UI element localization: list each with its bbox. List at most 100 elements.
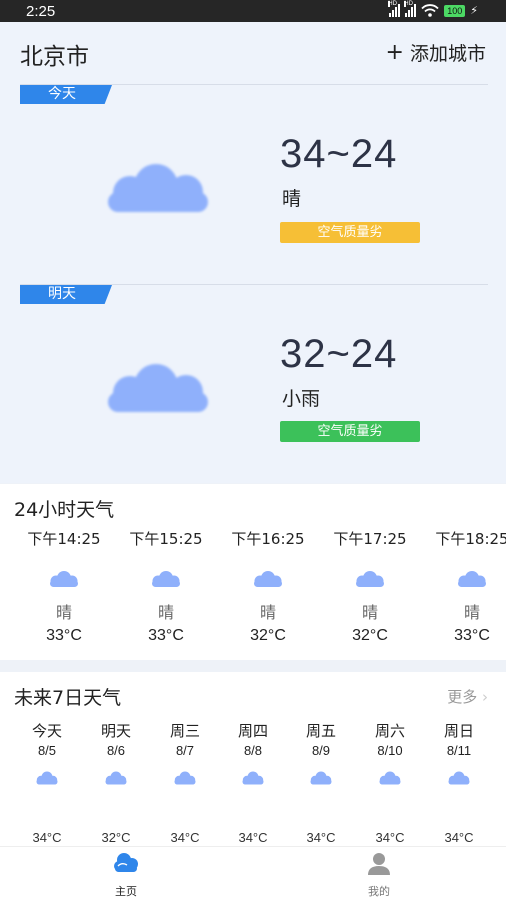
day-name: 今天	[31, 722, 62, 740]
hourly-item: 下午18:25 晴 33°C	[420, 528, 506, 645]
hour-temp: 33°C	[454, 627, 490, 644]
cloud-icon	[36, 771, 58, 785]
cloud-icon	[108, 364, 208, 412]
nav-home[interactable]: 主页	[86, 851, 166, 899]
cloud-icon	[242, 771, 264, 785]
day-item[interactable]: 周六 8/10 34°C	[356, 720, 424, 845]
hour-temp: 32°C	[250, 627, 286, 644]
day-temp: 34°C	[444, 830, 474, 845]
cloud-icon	[114, 853, 138, 872]
day-name: 明天	[100, 722, 131, 740]
nav-home-label: 主页	[115, 885, 137, 898]
city-name: 北京市	[20, 44, 89, 70]
battery-icon: 100	[444, 4, 466, 17]
hour-temp: 33°C	[46, 627, 82, 644]
signal-icon-2: HD	[404, 1, 417, 17]
cloud-icon	[174, 771, 196, 785]
day-temp: 34°C	[375, 830, 405, 845]
cloud-icon	[152, 571, 180, 587]
hour-time: 下午17:25	[333, 530, 407, 548]
today-tag: 今天	[20, 85, 112, 104]
day-item[interactable]: 周四 8/8 34°C	[219, 720, 287, 845]
day-temp: 34°C	[170, 830, 200, 845]
nav-me[interactable]: 我的	[339, 851, 419, 899]
add-city-label: 添加城市	[409, 43, 486, 65]
day-date: 8/7	[175, 743, 195, 758]
cloud-icon	[254, 571, 282, 587]
hourly-item: 下午15:25 晴 33°C	[114, 528, 218, 645]
hour-weather: 晴	[259, 603, 276, 622]
day-name: 周五	[305, 722, 336, 740]
weekly-list: 今天 8/5 34°C 明天 8/6 32°C 周三 8/7 34°C 周四 8…	[0, 720, 506, 846]
day-temp: 34°C	[238, 830, 268, 845]
tomorrow-temp: 32~24	[280, 332, 398, 376]
cloud-icon	[50, 571, 78, 587]
day-date: 8/8	[243, 743, 263, 758]
wifi-icon	[421, 4, 439, 17]
day-item[interactable]: 明天 8/6 32°C	[82, 720, 150, 845]
weekly-title: 未来7日天气	[14, 687, 122, 709]
hour-weather: 晴	[361, 603, 378, 622]
forecast-panel: 北京市 + 添加城市 今天 34~24 晴 空气质量劣 明天 32~24 小雨 …	[0, 22, 506, 483]
hourly-title: 24小时天气	[14, 499, 115, 521]
hour-time: 下午16:25	[231, 530, 305, 548]
day-date: 8/9	[311, 743, 331, 758]
hour-temp: 32°C	[352, 627, 388, 644]
day-date: 8/10	[377, 743, 403, 758]
divider	[20, 84, 488, 85]
hourly-list[interactable]: 下午14:25 晴 33°C 下午15:25 晴 33°C 下午16:25 晴 …	[0, 528, 506, 648]
day-item[interactable]: 周五 8/9 34°C	[287, 720, 355, 845]
day-name: 周三	[169, 722, 200, 740]
cloud-icon	[379, 771, 401, 785]
day-date: 8/6	[106, 743, 126, 758]
bottom-nav: 主页 我的	[0, 846, 506, 900]
divider	[20, 284, 488, 285]
more-label: 更多	[447, 688, 478, 706]
plus-icon: +	[385, 39, 404, 65]
tomorrow-condition: 小雨	[282, 388, 321, 410]
day-item[interactable]: 周日 8/11 34°C	[425, 720, 493, 845]
today-aqi-badge: 空气质量劣	[280, 222, 420, 243]
tomorrow-aqi-badge: 空气质量劣	[280, 421, 420, 442]
status-time: 2:25	[26, 3, 56, 20]
hour-weather: 晴	[55, 603, 72, 622]
hour-weather: 晴	[463, 603, 480, 622]
cloud-icon	[105, 771, 127, 785]
day-date: 8/5	[37, 743, 57, 758]
more-button[interactable]: 更多 ›	[447, 686, 488, 707]
hourly-item: 下午16:25 晴 32°C	[216, 528, 320, 645]
weekly-card: 未来7日天气 更多 › 今天 8/5 34°C 明天 8/6 32°C 周三 8…	[0, 672, 506, 846]
today-condition: 晴	[282, 188, 302, 210]
cloud-icon	[458, 571, 486, 587]
day-temp: 34°C	[306, 830, 336, 845]
hour-time: 下午18:25	[435, 530, 506, 548]
day-name: 周日	[443, 722, 474, 740]
chevron-right-icon: ›	[482, 688, 488, 706]
day-name: 周四	[237, 722, 268, 740]
day-temp: 34°C	[32, 830, 62, 845]
day-name: 周六	[374, 722, 405, 740]
day-temp: 32°C	[101, 830, 131, 845]
cloud-icon	[356, 571, 384, 587]
hourly-item: 下午17:25 晴 32°C	[318, 528, 422, 645]
nav-me-label: 我的	[368, 885, 390, 898]
hourly-item: 下午14:25 晴 33°C	[12, 528, 116, 645]
signal-icon: HD	[388, 1, 401, 17]
hour-weather: 晴	[157, 603, 174, 622]
cloud-icon	[108, 164, 208, 212]
add-city-button[interactable]: + 添加城市	[386, 39, 486, 66]
tomorrow-tag: 明天	[20, 285, 112, 304]
day-item[interactable]: 今天 8/5 34°C	[13, 720, 81, 845]
hour-time: 下午14:25	[27, 530, 101, 548]
today-temp: 34~24	[280, 132, 398, 176]
day-date: 8/11	[446, 743, 472, 758]
status-icons: HD HD 100 ⚡	[388, 1, 478, 17]
cloud-icon	[310, 771, 332, 785]
status-bar: 2:25 HD HD 100 ⚡	[0, 0, 506, 22]
cloud-icon	[448, 771, 470, 785]
charging-icon: ⚡	[470, 4, 478, 17]
hourly-card: 24小时天气 下午14:25 晴 33°C 下午15:25 晴 33°C 下午1…	[0, 484, 506, 660]
day-item[interactable]: 周三 8/7 34°C	[151, 720, 219, 845]
user-icon	[368, 853, 390, 875]
hour-time: 下午15:25	[129, 530, 203, 548]
